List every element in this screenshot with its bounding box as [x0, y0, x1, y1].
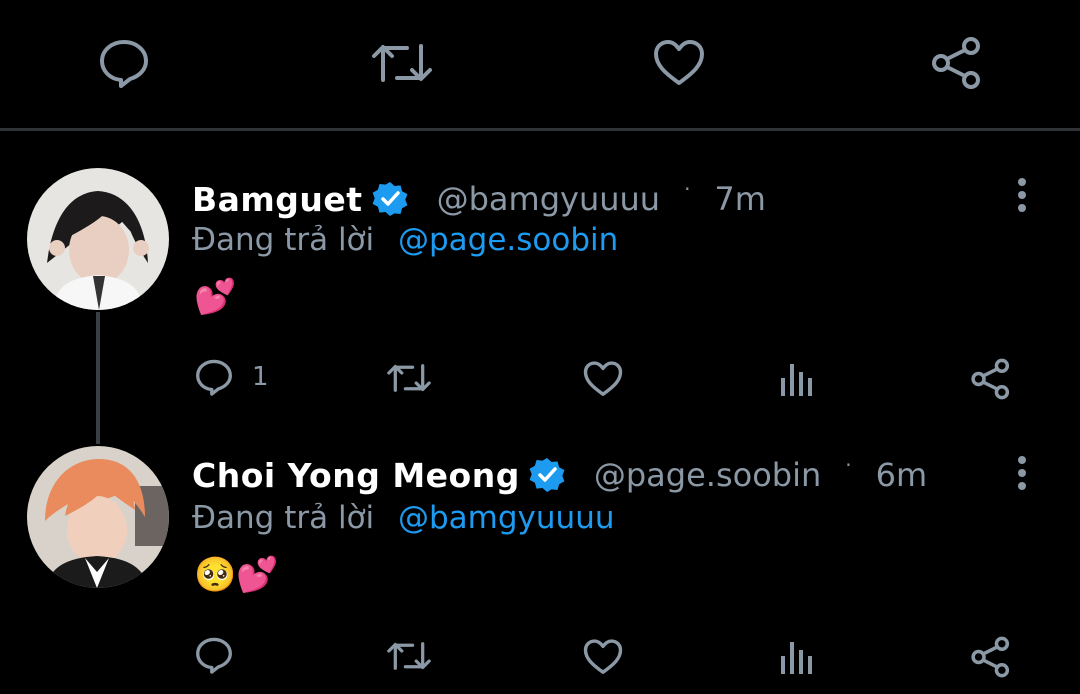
reply-button[interactable]: 1: [194, 358, 269, 396]
replying-prefix: Đang trả lời: [192, 222, 375, 258]
avatar[interactable]: [27, 446, 169, 588]
replying-prefix: Đang trả lời: [192, 500, 375, 536]
display-name[interactable]: Choi Yong Meong: [192, 456, 520, 495]
divider: [0, 128, 1080, 131]
reply-button[interactable]: [194, 636, 252, 674]
retweet-icon[interactable]: [371, 38, 433, 88]
share-icon[interactable]: [970, 636, 1012, 678]
verified-badge-icon: [528, 456, 566, 494]
tweet-header: Choi Yong Meong @page.soobin · 6m: [192, 452, 927, 498]
avatar[interactable]: [27, 168, 169, 310]
separator-dot: ·: [684, 177, 691, 201]
verified-badge-icon: [371, 180, 409, 218]
replying-to-line: Đang trả lời @page.soobin: [192, 222, 618, 258]
tweet-1[interactable]: Bamguet @bamgyuuuu · 7m Đang trả lời @pa…: [0, 168, 1080, 438]
display-name[interactable]: Bamguet: [192, 180, 363, 219]
replying-to-mention[interactable]: @bamgyuuuu: [398, 500, 615, 536]
reply-icon[interactable]: [97, 38, 151, 88]
like-icon[interactable]: [582, 638, 624, 676]
reply-icon: [196, 637, 232, 674]
timestamp[interactable]: 6m: [876, 456, 928, 494]
replying-to-mention[interactable]: @page.soobin: [398, 222, 618, 258]
tweet-2[interactable]: Choi Yong Meong @page.soobin · 6m Đang t…: [0, 446, 1080, 694]
analytics-icon[interactable]: [779, 640, 815, 674]
retweet-icon[interactable]: [386, 638, 432, 674]
retweet-icon[interactable]: [386, 360, 432, 396]
share-icon[interactable]: [970, 358, 1012, 400]
more-options-icon[interactable]: [1012, 454, 1032, 492]
share-icon[interactable]: [930, 36, 984, 90]
analytics-icon[interactable]: [779, 362, 815, 396]
tweet-content: 🥺💕: [194, 555, 279, 595]
timestamp[interactable]: 7m: [714, 180, 766, 218]
handle[interactable]: @page.soobin: [594, 456, 821, 494]
tweet-content: 💕: [194, 277, 237, 317]
handle[interactable]: @bamgyuuuu: [437, 180, 660, 218]
like-icon[interactable]: [652, 38, 706, 88]
separator-dot: ·: [845, 453, 852, 477]
reply-icon: [196, 359, 232, 396]
top-action-bar: [0, 0, 1080, 128]
replying-to-line: Đang trả lời @bamgyuuuu: [192, 500, 615, 536]
tweet-header: Bamguet @bamgyuuuu · 7m: [192, 176, 766, 222]
like-icon[interactable]: [582, 360, 624, 398]
reply-count: 1: [252, 362, 269, 392]
more-options-icon[interactable]: [1012, 176, 1032, 214]
